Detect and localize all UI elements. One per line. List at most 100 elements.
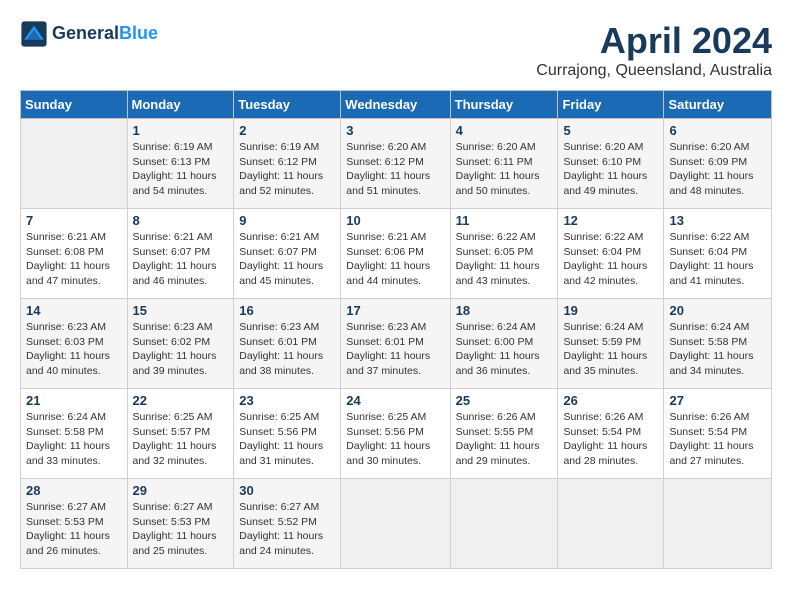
day-info: Sunrise: 6:24 AMSunset: 5:58 PMDaylight:…: [26, 410, 122, 469]
calendar-cell: 10Sunrise: 6:21 AMSunset: 6:06 PMDayligh…: [341, 209, 450, 299]
day-number: 14: [26, 303, 122, 318]
calendar-cell: 17 Sunrise: 6:23 AMSunset: 6:01 PMDayligh…: [341, 299, 450, 389]
weekday-header-tuesday: Tuesday: [234, 91, 341, 119]
day-number: 17: [346, 303, 444, 318]
day-number: 8: [133, 213, 229, 228]
day-info: Sunrise: 6:24 AMSunset: 6:00 PMDaylight:…: [456, 320, 553, 379]
day-info: Sunrise: 6:27 AMSunset: 5:53 PMDaylight:…: [26, 500, 122, 559]
calendar-cell: 20 Sunrise: 6:24 AMSunset: 5:58 PMDayligh…: [664, 299, 772, 389]
day-info: Sunrise: 6:21 AMSunset: 6:06 PMDaylight:…: [346, 230, 444, 289]
calendar-cell: 24 Sunrise: 6:25 AMSunset: 5:56 PMDayligh…: [341, 389, 450, 479]
day-number: 13: [669, 213, 766, 228]
week-row-2: 7Sunrise: 6:21 AMSunset: 6:08 PMDaylight…: [21, 209, 772, 299]
day-number: 29: [133, 483, 229, 498]
week-row-1: 1Sunrise: 6:19 AMSunset: 6:13 PMDaylight…: [21, 119, 772, 209]
day-info: Sunrise: 6:20 AMSunset: 6:10 PMDaylight:…: [563, 140, 658, 199]
title-block: April 2024 Currajong, Queensland, Austra…: [536, 20, 772, 80]
day-number: 27: [669, 393, 766, 408]
weekday-header-row: SundayMondayTuesdayWednesdayThursdayFrid…: [21, 91, 772, 119]
day-info: Sunrise: 6:26 AMSunset: 5:54 PMDaylight:…: [563, 410, 658, 469]
weekday-header-friday: Friday: [558, 91, 664, 119]
day-number: 26: [563, 393, 658, 408]
week-row-3: 14 Sunrise: 6:23 AMSunset: 6:03 PMDayligh…: [21, 299, 772, 389]
day-info: Sunrise: 6:24 AMSunset: 5:58 PMDaylight:…: [669, 320, 766, 379]
calendar-cell: 27 Sunrise: 6:26 AMSunset: 5:54 PMDayligh…: [664, 389, 772, 479]
location-subtitle: Currajong, Queensland, Australia: [536, 62, 772, 80]
day-info: Sunrise: 6:25 AMSunset: 5:57 PMDaylight:…: [133, 410, 229, 469]
calendar-cell: 26 Sunrise: 6:26 AMSunset: 5:54 PMDayligh…: [558, 389, 664, 479]
calendar-cell: 8 Sunrise: 6:21 AMSunset: 6:07 PMDaylight…: [127, 209, 234, 299]
day-number: 30: [239, 483, 335, 498]
calendar-cell: 19 Sunrise: 6:24 AMSunset: 5:59 PMDayligh…: [558, 299, 664, 389]
calendar-cell: 12Sunrise: 6:22 AMSunset: 6:04 PMDayligh…: [558, 209, 664, 299]
logo-icon: [20, 20, 48, 48]
day-number: 22: [133, 393, 229, 408]
weekday-header-thursday: Thursday: [450, 91, 558, 119]
calendar-table: SundayMondayTuesdayWednesdayThursdayFrid…: [20, 90, 772, 569]
calendar-cell: 21 Sunrise: 6:24 AMSunset: 5:58 PMDayligh…: [21, 389, 128, 479]
day-info: Sunrise: 6:23 AMSunset: 6:01 PMDaylight:…: [239, 320, 335, 379]
calendar-cell: 3 Sunrise: 6:20 AMSunset: 6:12 PMDaylight…: [341, 119, 450, 209]
day-number: 5: [563, 123, 658, 138]
day-info: Sunrise: 6:22 AMSunset: 6:05 PMDaylight:…: [456, 230, 553, 289]
day-number: 21: [26, 393, 122, 408]
day-number: 24: [346, 393, 444, 408]
calendar-cell: [558, 479, 664, 569]
logo-text: GeneralBlue: [52, 24, 158, 44]
calendar-cell: 18 Sunrise: 6:24 AMSunset: 6:00 PMDayligh…: [450, 299, 558, 389]
day-info: Sunrise: 6:20 AMSunset: 6:11 PMDaylight:…: [456, 140, 553, 199]
calendar-cell: 11 Sunrise: 6:22 AMSunset: 6:05 PMDayligh…: [450, 209, 558, 299]
calendar-cell: 7Sunrise: 6:21 AMSunset: 6:08 PMDaylight…: [21, 209, 128, 299]
day-info: Sunrise: 6:27 AMSunset: 5:52 PMDaylight:…: [239, 500, 335, 559]
day-info: Sunrise: 6:23 AMSunset: 6:03 PMDaylight:…: [26, 320, 122, 379]
day-info: Sunrise: 6:22 AMSunset: 6:04 PMDaylight:…: [669, 230, 766, 289]
calendar-cell: [450, 479, 558, 569]
day-info: Sunrise: 6:23 AMSunset: 6:01 PMDaylight:…: [346, 320, 444, 379]
day-info: Sunrise: 6:25 AMSunset: 5:56 PMDaylight:…: [346, 410, 444, 469]
calendar-cell: 30 Sunrise: 6:27 AMSunset: 5:52 PMDayligh…: [234, 479, 341, 569]
day-info: Sunrise: 6:21 AMSunset: 6:07 PMDaylight:…: [133, 230, 229, 289]
calendar-cell: 13 Sunrise: 6:22 AMSunset: 6:04 PMDayligh…: [664, 209, 772, 299]
day-number: 18: [456, 303, 553, 318]
weekday-header-wednesday: Wednesday: [341, 91, 450, 119]
day-info: Sunrise: 6:27 AMSunset: 5:53 PMDaylight:…: [133, 500, 229, 559]
day-number: 3: [346, 123, 444, 138]
day-info: Sunrise: 6:23 AMSunset: 6:02 PMDaylight:…: [133, 320, 229, 379]
calendar-cell: 5 Sunrise: 6:20 AMSunset: 6:10 PMDaylight…: [558, 119, 664, 209]
day-number: 11: [456, 213, 553, 228]
day-info: Sunrise: 6:21 AMSunset: 6:08 PMDaylight:…: [26, 230, 122, 289]
page-header: GeneralBlue April 2024 Currajong, Queens…: [20, 20, 772, 80]
weekday-header-monday: Monday: [127, 91, 234, 119]
calendar-cell: [341, 479, 450, 569]
calendar-cell: 23 Sunrise: 6:25 AMSunset: 5:56 PMDayligh…: [234, 389, 341, 479]
day-info: Sunrise: 6:21 AMSunset: 6:07 PMDaylight:…: [239, 230, 335, 289]
calendar-cell: 14 Sunrise: 6:23 AMSunset: 6:03 PMDayligh…: [21, 299, 128, 389]
day-number: 16: [239, 303, 335, 318]
month-title: April 2024: [536, 20, 772, 62]
day-number: 28: [26, 483, 122, 498]
day-info: Sunrise: 6:25 AMSunset: 5:56 PMDaylight:…: [239, 410, 335, 469]
calendar-cell: 1Sunrise: 6:19 AMSunset: 6:13 PMDaylight…: [127, 119, 234, 209]
day-info: Sunrise: 6:26 AMSunset: 5:54 PMDaylight:…: [669, 410, 766, 469]
day-info: Sunrise: 6:26 AMSunset: 5:55 PMDaylight:…: [456, 410, 553, 469]
day-info: Sunrise: 6:20 AMSunset: 6:09 PMDaylight:…: [669, 140, 766, 199]
calendar-cell: 4Sunrise: 6:20 AMSunset: 6:11 PMDaylight…: [450, 119, 558, 209]
calendar-cell: 2 Sunrise: 6:19 AMSunset: 6:12 PMDaylight…: [234, 119, 341, 209]
day-number: 2: [239, 123, 335, 138]
day-number: 20: [669, 303, 766, 318]
day-number: 1: [133, 123, 229, 138]
week-row-4: 21 Sunrise: 6:24 AMSunset: 5:58 PMDayligh…: [21, 389, 772, 479]
day-number: 15: [133, 303, 229, 318]
logo: GeneralBlue: [20, 20, 158, 48]
day-number: 19: [563, 303, 658, 318]
calendar-cell: [664, 479, 772, 569]
day-info: Sunrise: 6:20 AMSunset: 6:12 PMDaylight:…: [346, 140, 444, 199]
day-info: Sunrise: 6:19 AMSunset: 6:12 PMDaylight:…: [239, 140, 335, 199]
calendar-cell: 22 Sunrise: 6:25 AMSunset: 5:57 PMDayligh…: [127, 389, 234, 479]
calendar-cell: 9Sunrise: 6:21 AMSunset: 6:07 PMDaylight…: [234, 209, 341, 299]
calendar-cell: [21, 119, 128, 209]
day-number: 23: [239, 393, 335, 408]
day-info: Sunrise: 6:24 AMSunset: 5:59 PMDaylight:…: [563, 320, 658, 379]
calendar-cell: 16 Sunrise: 6:23 AMSunset: 6:01 PMDayligh…: [234, 299, 341, 389]
day-number: 12: [563, 213, 658, 228]
